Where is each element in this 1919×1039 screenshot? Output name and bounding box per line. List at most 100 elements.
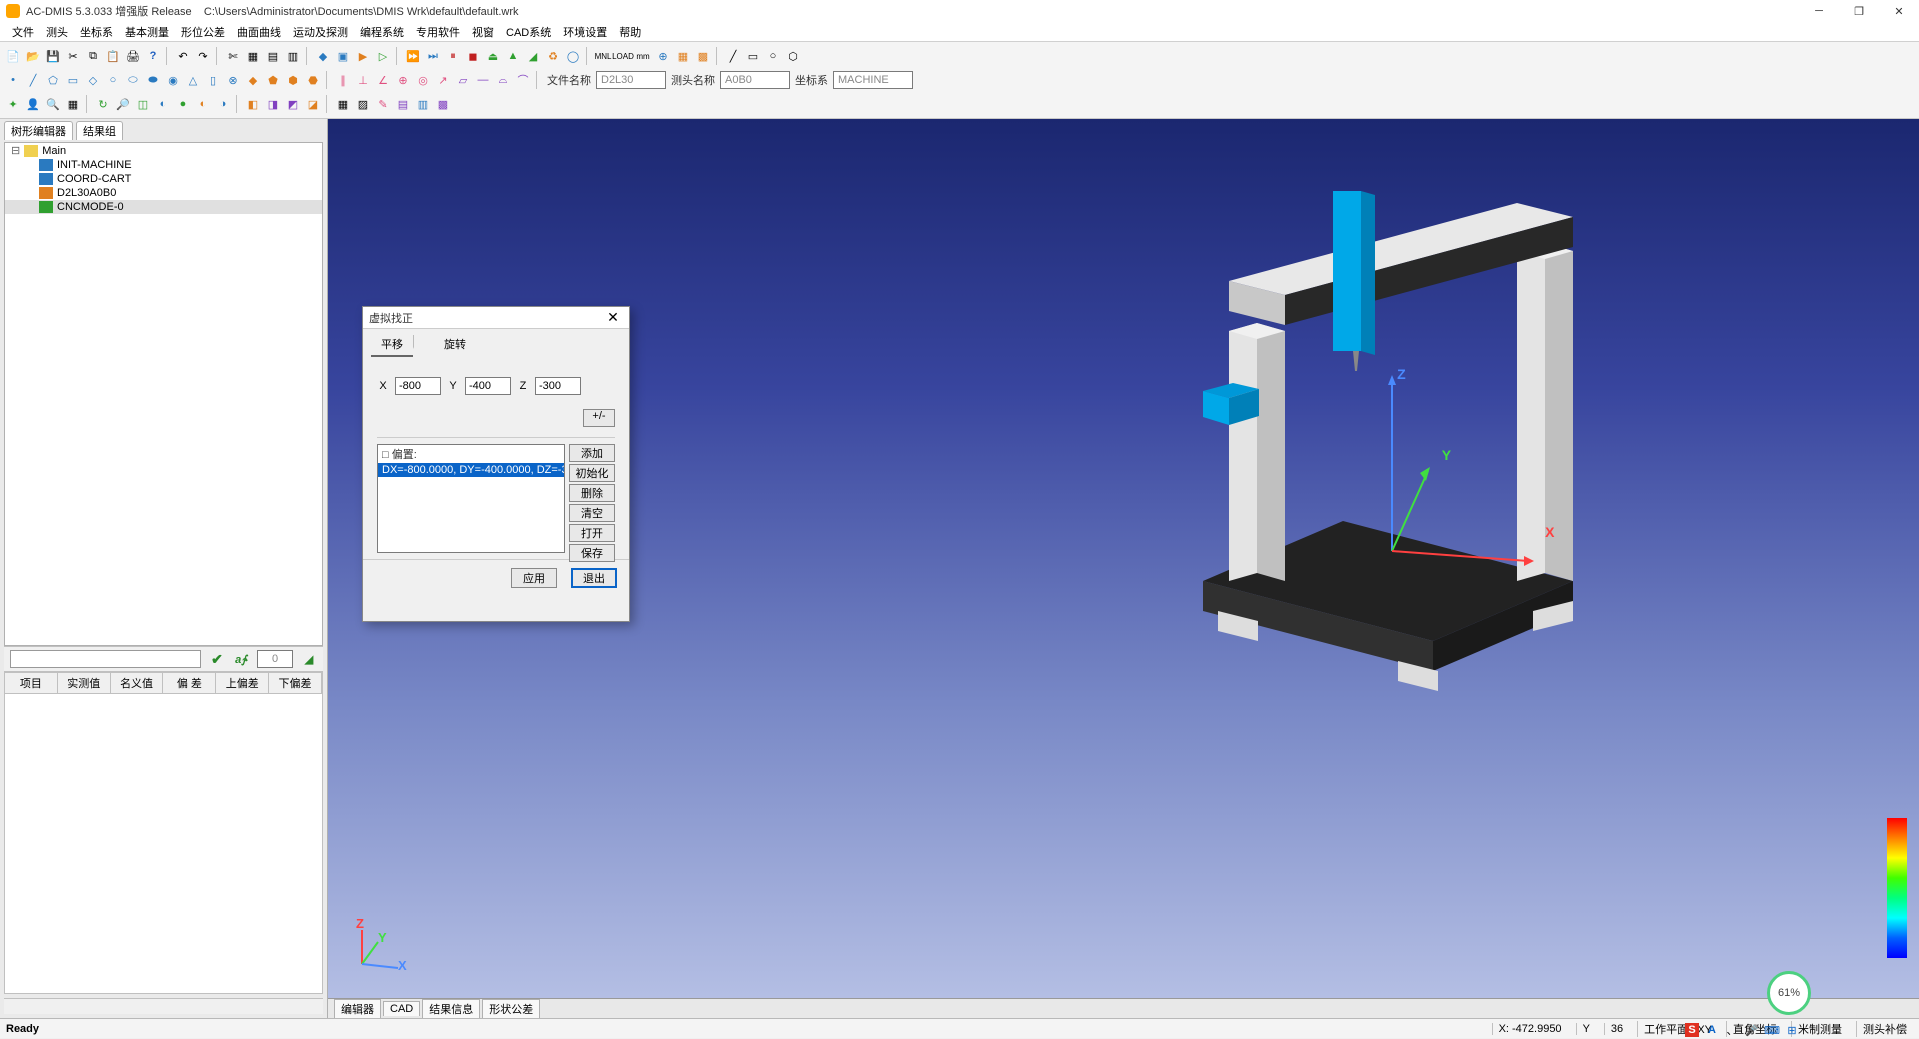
tb-mm-icon[interactable]: mm (634, 47, 652, 65)
tree-item-init-machine[interactable]: INIT-MACHINE (5, 158, 322, 172)
col-upper[interactable]: 上偏差 (216, 673, 269, 693)
tb-stop-icon[interactable]: ⏸ (444, 47, 462, 65)
tb-rect2-icon[interactable]: ◇ (84, 71, 102, 89)
tb-zoom-icon[interactable]: 🔍 (44, 95, 62, 113)
auto-format-icon[interactable]: a∱ (233, 651, 249, 667)
vp-tab-result[interactable]: 结果信息 (422, 999, 480, 1018)
window-close[interactable]: ✕ (1879, 0, 1919, 22)
tb-prof2-icon[interactable]: ⌒ (514, 71, 532, 89)
tb-point-icon[interactable]: • (4, 71, 22, 89)
menu-program-sys[interactable]: 编程系统 (356, 22, 408, 42)
tray-s-icon[interactable]: S (1685, 1023, 1699, 1037)
tb-torus-icon[interactable]: ⊗ (224, 71, 242, 89)
tb-sph-icon[interactable]: ◉ (164, 71, 182, 89)
menu-motion-probe[interactable]: 运动及探测 (289, 22, 352, 42)
clear-button[interactable]: 清空 (569, 504, 615, 522)
offset-list-item-selected[interactable]: DX=-800.0000, DY=-400.0000, DZ=-300.00 (378, 463, 564, 477)
init-button[interactable]: 初始化 (569, 464, 615, 482)
tray-grid-icon[interactable]: ⊞ (1785, 1023, 1799, 1037)
tb-arrow-icon[interactable]: ▶ (354, 47, 372, 65)
tb-m1-icon[interactable]: ▦ (334, 95, 352, 113)
menu-geom-tolerance[interactable]: 形位公差 (177, 22, 229, 42)
open-button[interactable]: 打开 (569, 524, 615, 542)
tb-blue1-icon[interactable]: ◆ (314, 47, 332, 65)
menu-env-settings[interactable]: 环境设置 (559, 22, 611, 42)
vp-tab-editor[interactable]: 编辑器 (334, 999, 381, 1018)
tb-mnl-icon[interactable]: MNL (594, 47, 612, 65)
tb-circle-icon[interactable]: ◯ (564, 47, 582, 65)
command-input[interactable] (10, 650, 201, 668)
tb-copy-icon[interactable]: ⧉ (84, 47, 102, 65)
menu-help[interactable]: 帮助 (615, 22, 645, 42)
dlg-tab-translate[interactable]: 平移 (371, 333, 413, 357)
tb-green2-icon[interactable]: ◢ (524, 47, 542, 65)
tb-ff-icon[interactable]: ⏩ (404, 47, 422, 65)
tb-hex-icon[interactable]: ⬡ (784, 47, 802, 65)
file-name-input[interactable] (596, 71, 666, 89)
eraser-icon[interactable]: ◢ (301, 651, 317, 667)
tb-ang-icon[interactable]: ∠ (374, 71, 392, 89)
tb-stop2-icon[interactable]: ◼ (464, 47, 482, 65)
menu-surface-curve[interactable]: 曲面曲线 (233, 22, 285, 42)
z-input[interactable] (535, 377, 581, 395)
apply-button[interactable]: 应用 (511, 568, 557, 588)
tb-cube3-icon[interactable]: ◩ (284, 95, 302, 113)
tb-p3-icon[interactable]: ⬢ (284, 71, 302, 89)
tb-c7-icon[interactable]: ◫ (134, 95, 152, 113)
offset-listbox[interactable]: □ 偏置: DX=-800.0000, DY=-400.0000, DZ=-30… (377, 444, 565, 553)
tb-perp-icon[interactable]: ⊥ (354, 71, 372, 89)
y-input[interactable] (465, 377, 511, 395)
exit-button[interactable]: 退出 (571, 568, 617, 588)
dialog-titlebar[interactable]: 虚拟找正 ✕ (363, 307, 629, 329)
tb-rect-icon[interactable]: ▭ (64, 71, 82, 89)
dialog-close-icon[interactable]: ✕ (603, 309, 623, 326)
tb-go-icon[interactable]: ▷ (374, 47, 392, 65)
tray-comma-icon[interactable]: 、 (1725, 1023, 1739, 1037)
tb-pos-icon[interactable]: ⊕ (394, 71, 412, 89)
tb-c2-icon[interactable]: 👤 (24, 95, 42, 113)
tb-undo-icon[interactable]: ↶ (174, 47, 192, 65)
tb-refresh-icon[interactable]: ↻ (94, 95, 112, 113)
menu-probe[interactable]: 测头 (42, 22, 72, 42)
col-nominal[interactable]: 名义值 (111, 673, 164, 693)
tb-paste-icon[interactable]: 📋 (104, 47, 122, 65)
tb-table-icon[interactable]: ▥ (284, 47, 302, 65)
delete-button[interactable]: 删除 (569, 484, 615, 502)
tb-cube1-icon[interactable]: ◧ (244, 95, 262, 113)
tb-m3-icon[interactable]: ✎ (374, 95, 392, 113)
tree-root[interactable]: ⊟ Main (5, 143, 322, 158)
check-icon[interactable]: ✔ (209, 651, 225, 667)
tb-flat-icon[interactable]: ▱ (454, 71, 472, 89)
tb-cyl-icon[interactable]: ⬭ (124, 71, 142, 89)
tb-print-icon[interactable]: 🖨 (124, 47, 142, 65)
save-button[interactable]: 保存 (569, 544, 615, 562)
tb-save-icon[interactable]: 💾 (44, 47, 62, 65)
window-minimize[interactable]: ─ (1799, 0, 1839, 22)
tb-grid2-icon[interactable]: ▩ (694, 47, 712, 65)
tb-blue2-icon[interactable]: ▣ (334, 47, 352, 65)
tb-next-icon[interactable]: ⏭ (424, 47, 442, 65)
tb-help-icon[interactable]: ? (144, 47, 162, 65)
tb-circ-icon[interactable]: ○ (104, 71, 122, 89)
tb-c11-icon[interactable]: ◑ (214, 95, 232, 113)
vp-tab-cad[interactable]: CAD (383, 1001, 420, 1016)
col-item[interactable]: 项目 (5, 673, 58, 693)
vp-tab-shape-tol[interactable]: 形状公差 (482, 999, 540, 1018)
tb-cut-icon[interactable]: ✂ (64, 47, 82, 65)
tb-c9-icon[interactable]: ● (174, 95, 192, 113)
grid-hscroll[interactable] (4, 998, 323, 1014)
tree-item-d2l30[interactable]: D2L30A0B0 (5, 186, 322, 200)
tb-p2-icon[interactable]: ⬟ (264, 71, 282, 89)
tb-par-icon[interactable]: ∥ (334, 71, 352, 89)
tb-document-icon[interactable]: ▦ (244, 47, 262, 65)
tb-m2-icon[interactable]: ▨ (354, 95, 372, 113)
tb-c1-icon[interactable]: ✦ (4, 95, 22, 113)
menu-file[interactable]: 文件 (8, 22, 38, 42)
tb-line2-icon[interactable]: ╱ (24, 71, 42, 89)
tb-c8-icon[interactable]: ◐ (154, 95, 172, 113)
tb-m6-icon[interactable]: ▩ (434, 95, 452, 113)
menu-basic-measure[interactable]: 基本测量 (121, 22, 173, 42)
grid-body[interactable] (4, 694, 323, 994)
tb-p1-icon[interactable]: ◆ (244, 71, 262, 89)
tab-result-group[interactable]: 结果组 (76, 121, 123, 140)
